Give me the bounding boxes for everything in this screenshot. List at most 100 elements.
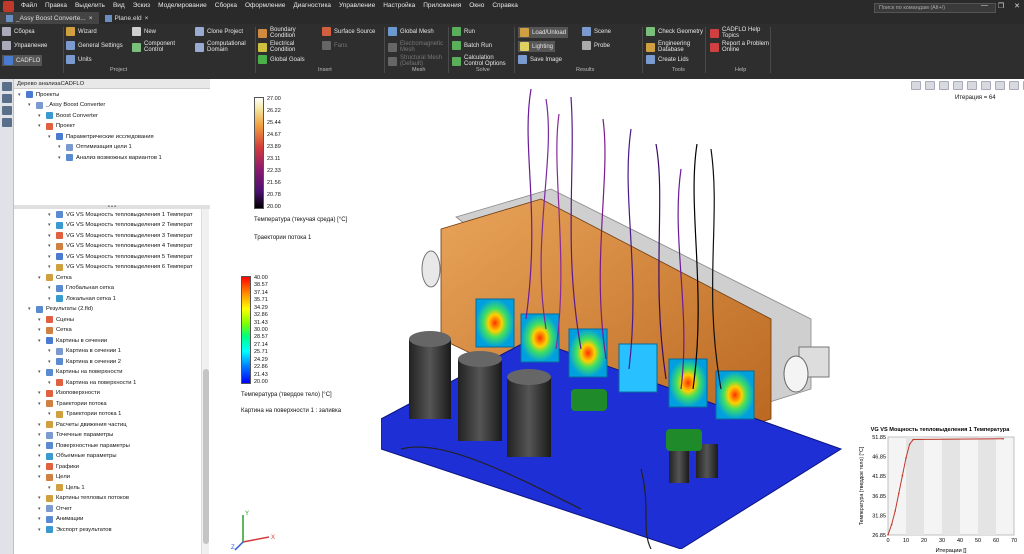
expand-icon[interactable]: ▾ (38, 495, 43, 501)
expand-icon[interactable]: ▾ (38, 432, 43, 438)
ribbon-button[interactable]: Batch Run (452, 41, 492, 50)
expand-icon[interactable]: ▾ (38, 369, 43, 375)
close-icon[interactable]: ✕ (1014, 2, 1020, 10)
tree-item[interactable]: ▾ Картина на поверхности 1 (48, 379, 136, 386)
ribbon-button[interactable]: Engineering Database (646, 41, 700, 53)
menu-item[interactable]: Настройка (379, 0, 419, 12)
tree-item[interactable]: ▾ Проект (38, 122, 75, 130)
tree-item[interactable]: ▾ Картины в сечении (38, 337, 107, 344)
tree-item[interactable]: ▾ Траектории потока 1 (48, 410, 121, 418)
ribbon-button[interactable]: Component Control (132, 41, 182, 53)
expand-icon[interactable]: ▾ (58, 155, 63, 161)
ribbon-button[interactable]: Units (66, 55, 92, 64)
model-3d-render[interactable] (381, 89, 901, 549)
expand-icon[interactable]: ▾ (38, 474, 43, 480)
menu-item[interactable]: Оформление (241, 0, 289, 12)
goal-plot[interactable]: VG VS Мощность тепловыделения 1 Температ… (856, 423, 1024, 554)
tree-item[interactable]: ▾ Изоповерхности (38, 389, 100, 397)
tree-item[interactable]: ▾ Расчеты движения частиц (38, 421, 127, 428)
tree-item[interactable]: ▾ Локальная сетка 1 (48, 295, 116, 302)
zoom-fit-icon[interactable] (911, 81, 921, 90)
tree-item[interactable]: ▾ Траектории потока (38, 400, 107, 407)
expand-icon[interactable]: ▾ (28, 102, 33, 108)
menu-item[interactable]: Эскиз (129, 0, 154, 12)
tree-item[interactable]: ▾ Параметрические исследования (48, 133, 154, 140)
expand-icon[interactable]: ▾ (28, 306, 33, 312)
ribbon-button[interactable]: Load/Unload (518, 27, 569, 38)
expand-icon[interactable]: ▾ (48, 285, 53, 291)
tree-item[interactable]: ▾ Оптимизация цели 1 (58, 143, 132, 151)
menu-item[interactable]: Выделить (71, 0, 109, 12)
tree-item[interactable]: ▾ Проекты (18, 91, 59, 98)
ribbon-button[interactable]: Check Geometry (646, 27, 703, 36)
expand-icon[interactable]: ▾ (48, 485, 53, 491)
tree-item[interactable]: ▾ VG VS Мощность тепловыделения 6 Темпера… (48, 263, 193, 271)
properties-icon[interactable] (2, 94, 12, 103)
zoom-area-icon[interactable] (925, 81, 935, 90)
graphics-viewport[interactable]: Итерация = 64 27.00 26.22 25.44 24.67 23.89 2… (211, 79, 1024, 554)
tree-item[interactable]: ▾ _Assy Boost Converter (28, 101, 105, 109)
tree-item[interactable]: ▾ Глобальная сетка (48, 284, 114, 292)
rotate-icon[interactable] (939, 81, 949, 90)
ribbon-button[interactable]: Probe (582, 41, 610, 50)
expand-icon[interactable]: ▾ (48, 134, 53, 140)
expand-icon[interactable]: ▾ (48, 254, 53, 260)
menu-item[interactable]: Окно (465, 0, 488, 12)
menu-item[interactable]: Справка (488, 0, 522, 12)
ribbon-button[interactable]: Global Mesh (388, 27, 434, 36)
ribbon-button[interactable]: Global Goals (258, 55, 305, 64)
expand-icon[interactable]: ▾ (18, 92, 23, 98)
tab-assembly[interactable]: Сборка (2, 27, 35, 36)
tab-manage[interactable]: Управление (2, 41, 47, 50)
expand-icon[interactable]: ▾ (48, 212, 53, 218)
minimize-icon[interactable]: — (981, 2, 988, 10)
view-orientation-icon[interactable] (953, 81, 963, 90)
ribbon-button[interactable]: Structural Mesh (Default) (388, 55, 444, 67)
tree-item[interactable]: ▾ Объемные параметры (38, 452, 117, 460)
ribbon-button[interactable]: General Settings (66, 41, 123, 50)
expand-icon[interactable]: ▾ (38, 422, 43, 428)
menu-item[interactable]: Приложения (419, 0, 465, 12)
ribbon-button[interactable]: New (132, 27, 156, 36)
analysis-tree-icon[interactable] (2, 118, 12, 127)
ribbon-button[interactable]: Create Lids (646, 55, 689, 64)
tree-item[interactable]: ▾ Отчет (38, 505, 72, 512)
tree-item[interactable]: ▾ VG VS Мощность тепловыделения 1 Темпера… (48, 211, 193, 218)
expand-icon[interactable]: ▾ (38, 527, 43, 533)
tree-item[interactable]: ▾ Boost Converter (38, 112, 98, 119)
close-tab-icon[interactable]: × (89, 15, 93, 22)
tree-item[interactable]: ▾ Картины на поверхности (38, 368, 122, 376)
panel-splitter[interactable]: • • • (14, 205, 210, 210)
expand-icon[interactable]: ▾ (48, 359, 53, 365)
expand-icon[interactable]: ▾ (38, 338, 43, 344)
config-icon[interactable] (2, 106, 12, 115)
expand-icon[interactable]: ▾ (38, 453, 43, 459)
tree-item[interactable]: ▾ Сетка (38, 274, 72, 281)
menu-item[interactable]: Диагностика (289, 0, 335, 12)
tree-item[interactable]: ▾ Картина в сечении 2 (48, 358, 121, 365)
tree-scrollbar[interactable] (201, 209, 209, 554)
tree-item[interactable]: ▾ VG VS Мощность тепловыделения 2 Темпера… (48, 221, 193, 229)
menu-item[interactable]: Вид (109, 0, 129, 12)
tree-item[interactable]: ▾ VG VS Мощность тепловыделения 4 Темпера… (48, 242, 193, 250)
expand-icon[interactable]: ▾ (38, 443, 43, 449)
ribbon-button[interactable]: Electrical Condition (258, 41, 310, 53)
tree-view-icon[interactable] (2, 82, 12, 91)
menu-item[interactable]: Моделирование (154, 0, 211, 12)
menu-item[interactable]: Правка (41, 0, 71, 12)
expand-icon[interactable]: ▾ (38, 464, 43, 470)
expand-icon[interactable]: ▾ (48, 296, 53, 302)
expand-icon[interactable]: ▾ (48, 222, 53, 228)
display-style-icon[interactable] (967, 81, 977, 90)
tree-item[interactable]: ▾ Цель 1 (48, 484, 85, 491)
expand-icon[interactable]: ▾ (38, 390, 43, 396)
ribbon-button[interactable]: Clone Project (195, 27, 243, 36)
ribbon-button[interactable]: Calculation Control Options (452, 55, 510, 67)
document-tab[interactable]: _Assy Boost Converte... × (0, 12, 99, 24)
ribbon-button[interactable]: Boundary Condition (258, 27, 310, 39)
menu-item[interactable]: Управление (335, 0, 379, 12)
ribbon-button[interactable]: Save Image (518, 55, 562, 64)
ribbon-button[interactable]: Lighting (518, 41, 556, 52)
section-view-icon[interactable] (981, 81, 991, 90)
tree-item[interactable]: ▾ Сетка (38, 326, 72, 334)
